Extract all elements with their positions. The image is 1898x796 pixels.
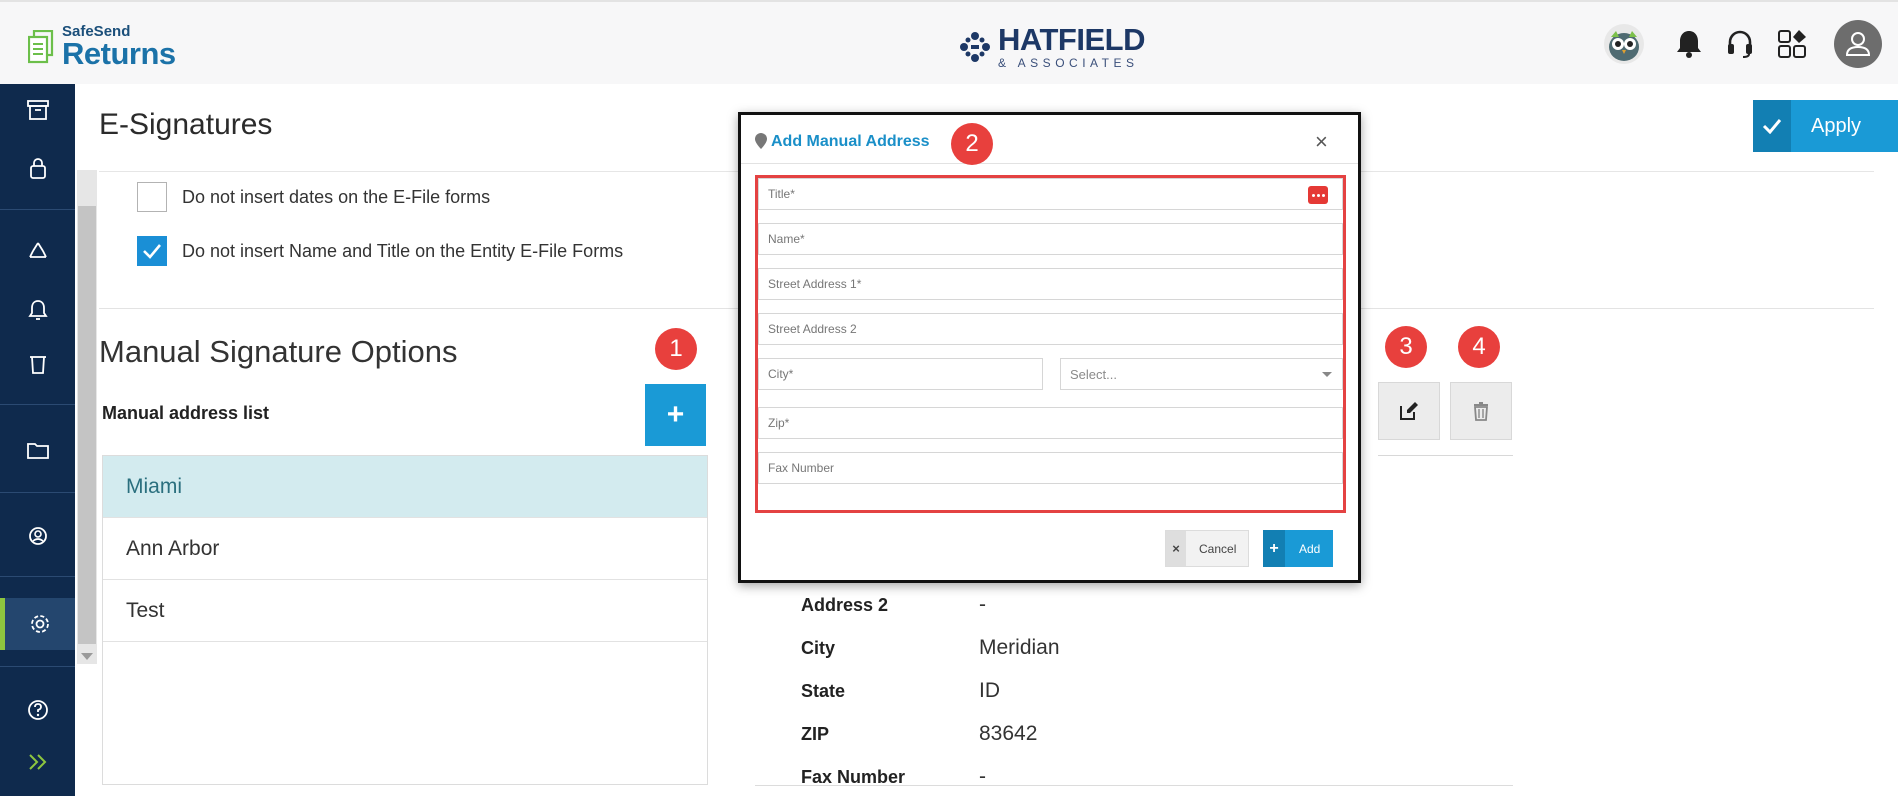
vertical-scrollbar[interactable] bbox=[77, 170, 97, 664]
checkmark-icon bbox=[143, 244, 161, 259]
checkbox-no-name-title[interactable] bbox=[137, 236, 167, 266]
plus-icon: + bbox=[1263, 530, 1285, 567]
detail-row: Address 2 - bbox=[801, 590, 1201, 620]
headset-icon[interactable] bbox=[1716, 20, 1764, 68]
detail-value: 83642 bbox=[979, 722, 1038, 745]
section-title: Manual Signature Options bbox=[99, 334, 458, 369]
apply-label: Apply bbox=[1811, 114, 1862, 137]
archive-icon[interactable] bbox=[0, 84, 75, 136]
owl-avatar-icon[interactable] bbox=[1600, 20, 1648, 68]
step-badge: 1 bbox=[655, 328, 697, 370]
apply-button[interactable]: Apply bbox=[1753, 100, 1898, 152]
step-badge: 3 bbox=[1385, 326, 1427, 368]
option-label: Do not insert dates on the E-File forms bbox=[182, 186, 491, 207]
title-placeholder: Title* bbox=[768, 187, 795, 201]
detail-key: Address 2 bbox=[801, 594, 889, 615]
title-field[interactable]: Title* bbox=[758, 178, 1343, 210]
chevron-down-icon bbox=[1322, 372, 1332, 377]
step-badge: 2 bbox=[951, 123, 993, 165]
trash-icon bbox=[1474, 402, 1488, 421]
modal-header: Add Manual Address × bbox=[741, 115, 1358, 164]
state-select[interactable]: Select... bbox=[1060, 358, 1343, 390]
edit-button[interactable] bbox=[1378, 382, 1440, 440]
zip-field[interactable]: Zip* bbox=[758, 407, 1343, 439]
list-label: Manual address list bbox=[102, 403, 270, 423]
document-logo-icon bbox=[28, 29, 54, 63]
help-icon[interactable] bbox=[0, 684, 75, 736]
user-profile-icon[interactable] bbox=[1834, 20, 1882, 68]
detail-key: City bbox=[801, 637, 836, 658]
option-row-name-title: Do not insert Name and Title on the Enti… bbox=[137, 236, 623, 266]
scrollbar-thumb[interactable] bbox=[78, 206, 96, 644]
top-header: SafeSend Returns HATFIELD & ASSOCIATES bbox=[0, 0, 1898, 84]
step-badge: 4 bbox=[1458, 326, 1500, 368]
address-form: Title* Name* Street Address 1* Street Ad… bbox=[755, 175, 1346, 513]
divider bbox=[1378, 455, 1513, 456]
left-nav-rail bbox=[0, 84, 75, 796]
add-manual-address-modal: Add Manual Address × 2 Title* Name* Stre… bbox=[738, 112, 1361, 583]
street-address-1-field[interactable]: Street Address 1* bbox=[758, 268, 1343, 300]
cancel-label: Cancel bbox=[1199, 541, 1237, 556]
add-button[interactable]: + Add bbox=[1263, 530, 1333, 567]
add-label: Add bbox=[1299, 541, 1321, 556]
bell-icon[interactable] bbox=[0, 284, 75, 336]
list-item[interactable]: Ann Arbor bbox=[103, 518, 707, 580]
detail-key: ZIP bbox=[801, 723, 830, 744]
close-icon[interactable]: × bbox=[1315, 129, 1328, 155]
close-icon: × bbox=[1166, 531, 1186, 566]
detail-value: Meridian bbox=[979, 636, 1060, 659]
company-mark-icon bbox=[960, 32, 990, 62]
fax-number-field[interactable]: Fax Number bbox=[758, 452, 1343, 484]
city-field[interactable]: City* bbox=[758, 358, 1043, 390]
trash-icon[interactable] bbox=[0, 338, 75, 390]
checkbox-no-dates[interactable] bbox=[137, 182, 167, 212]
add-address-button[interactable]: + bbox=[645, 384, 706, 446]
product-name-line2: Returns bbox=[62, 36, 176, 71]
safesend-logo[interactable]: SafeSend Returns bbox=[28, 24, 176, 69]
apps-grid-icon[interactable] bbox=[1768, 20, 1816, 68]
manual-address-list: Miami Ann Arbor Test bbox=[102, 455, 708, 785]
password-manager-icon[interactable] bbox=[1308, 186, 1328, 204]
detail-row: City Meridian bbox=[801, 633, 1201, 663]
map-pin-icon bbox=[755, 133, 767, 149]
company-subtitle: & ASSOCIATES bbox=[998, 56, 1139, 70]
detail-value: ID bbox=[979, 679, 1000, 702]
detail-row: Fax Number - bbox=[801, 762, 1201, 792]
scroll-down-arrow-icon[interactable] bbox=[81, 653, 93, 660]
delete-button[interactable] bbox=[1450, 382, 1512, 440]
divider bbox=[755, 785, 1513, 786]
detail-key: State bbox=[801, 680, 846, 701]
gear-icon[interactable] bbox=[0, 598, 75, 650]
state-select-value: Select... bbox=[1070, 366, 1117, 382]
lock-icon[interactable] bbox=[0, 142, 75, 194]
bell-icon[interactable] bbox=[1665, 20, 1713, 68]
detail-value: - bbox=[979, 593, 986, 616]
user-settings-icon[interactable] bbox=[0, 510, 75, 562]
expand-chevrons-icon[interactable] bbox=[0, 736, 75, 788]
company-logo: HATFIELD & ASSOCIATES bbox=[958, 24, 1145, 70]
recycle-icon[interactable] bbox=[0, 226, 75, 278]
detail-row: State ID bbox=[801, 676, 1201, 706]
cancel-button[interactable]: × Cancel bbox=[1165, 530, 1249, 567]
option-label: Do not insert Name and Title on the Enti… bbox=[182, 240, 624, 261]
detail-row: ZIP 83642 bbox=[801, 719, 1201, 749]
company-name: HATFIELD bbox=[998, 22, 1145, 57]
page-title: E-Signatures bbox=[99, 108, 273, 141]
name-field[interactable]: Name* bbox=[758, 223, 1343, 255]
street-address-2-field[interactable]: Street Address 2 bbox=[758, 313, 1343, 345]
modal-title: Add Manual Address bbox=[771, 133, 930, 150]
list-item[interactable]: Test bbox=[103, 580, 707, 642]
list-item[interactable]: Miami bbox=[103, 456, 707, 518]
checkmark-icon bbox=[1753, 100, 1791, 152]
folder-icon[interactable] bbox=[0, 424, 75, 476]
option-row-dates: Do not insert dates on the E-File forms bbox=[137, 182, 490, 212]
edit-icon bbox=[1400, 402, 1418, 420]
